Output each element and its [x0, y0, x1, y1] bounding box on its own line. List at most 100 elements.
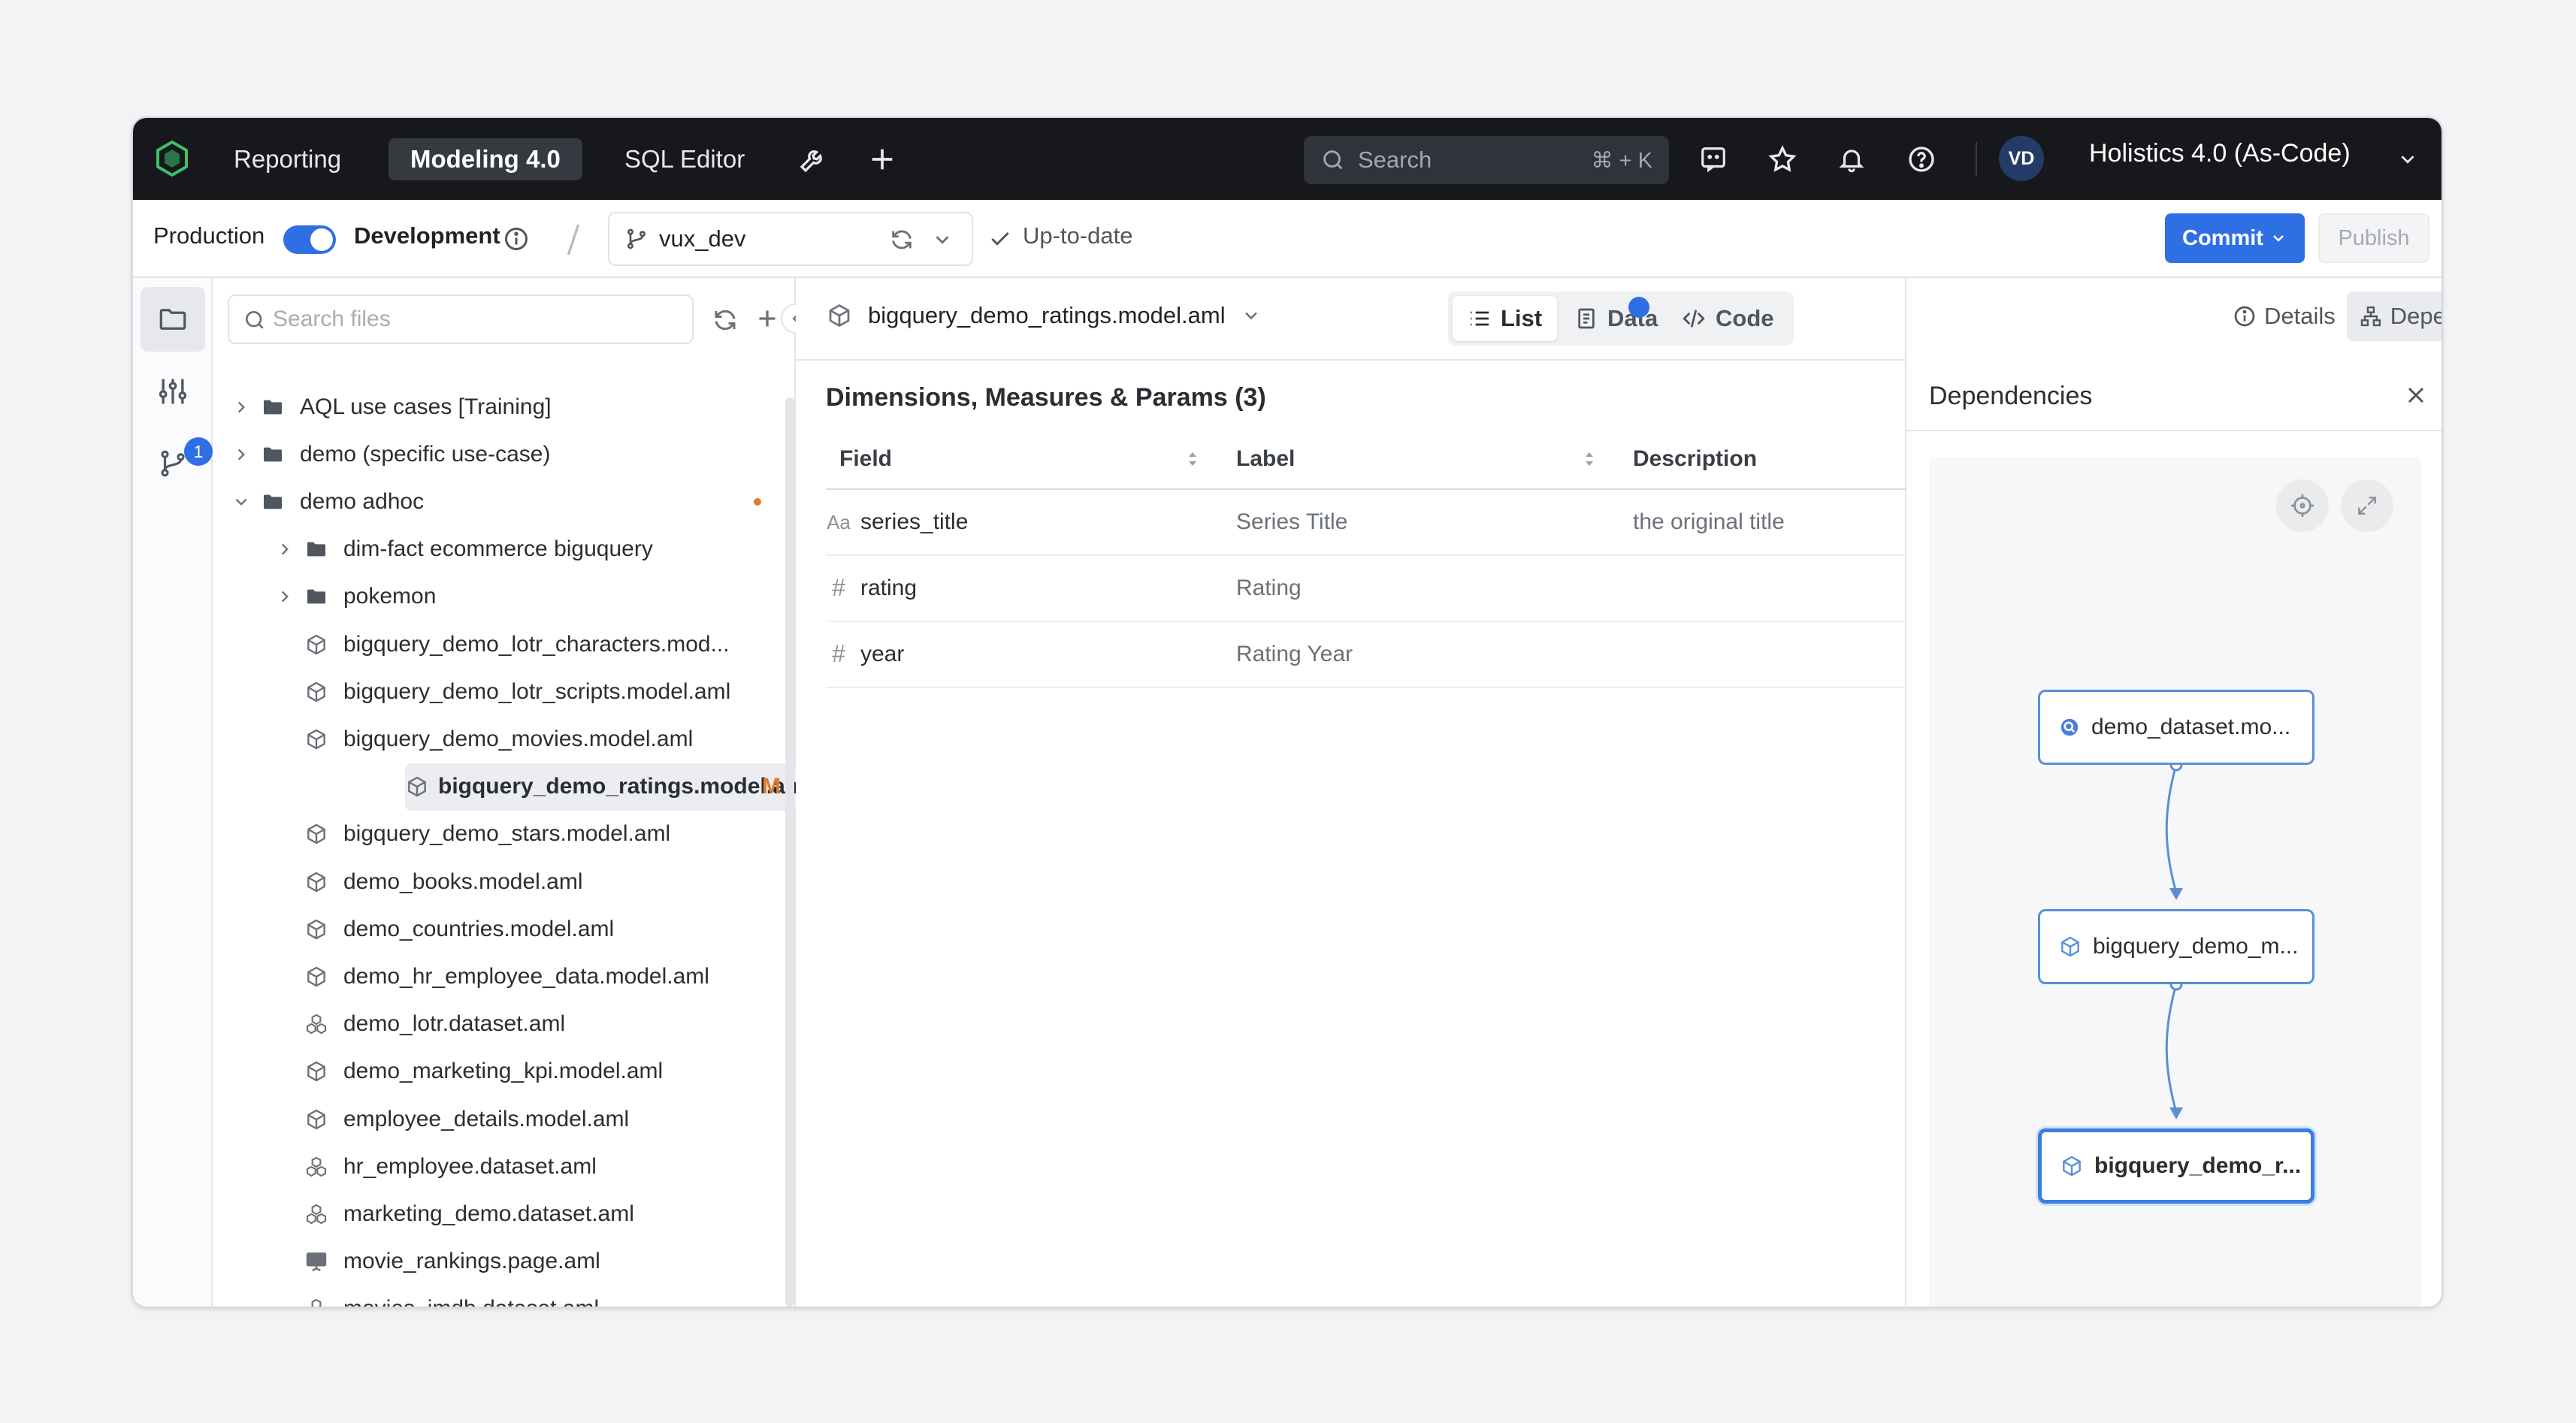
mode-toggle[interactable]	[283, 225, 336, 254]
plus-icon[interactable]	[863, 140, 901, 178]
branch-selector[interactable]: vux_dev	[608, 212, 973, 266]
file-item[interactable]: bigquery_demo_stars.model.aml	[228, 811, 784, 858]
file-item[interactable]: demo_books.model.aml	[228, 858, 784, 905]
chevron-right-icon[interactable]	[275, 539, 295, 559]
folder-item[interactable]: dim-fact ecommerce biguquery	[228, 526, 784, 573]
file-item[interactable]: movie_rankings.page.aml	[228, 1238, 784, 1286]
feedback-icon[interactable]	[1695, 140, 1732, 178]
tab-data[interactable]: Data	[1559, 296, 1673, 341]
file-name: movies_imdb.dataset.aml	[343, 1296, 599, 1307]
folder-item[interactable]: demo adhoc	[228, 478, 784, 525]
file-title-text: bigquery_demo_ratings.model.aml	[868, 302, 1226, 328]
chevron-right-icon[interactable]	[231, 445, 251, 464]
chevron-right-icon[interactable]	[231, 397, 251, 417]
graph-node-dataset[interactable]: demo_dataset.mo...	[2038, 690, 2314, 765]
graph-node-current[interactable]: bigquery_demo_r...	[2038, 1128, 2314, 1204]
chevron-down-icon[interactable]	[1241, 305, 1262, 326]
divider	[1906, 430, 2441, 431]
column-description: Description	[1633, 446, 1758, 471]
file-item[interactable]: demo_lotr.dataset.aml	[228, 1001, 784, 1048]
commit-button[interactable]: Commit	[2165, 213, 2305, 263]
workspace-name[interactable]: Holistics 4.0 (As-Code)	[2089, 139, 2351, 168]
file-search-input[interactable]: Search files	[228, 295, 694, 344]
global-search[interactable]: Search ⌘ + K	[1304, 136, 1669, 184]
sort-icon[interactable]	[1583, 449, 1595, 469]
number-type-icon: #	[832, 640, 845, 667]
file-item[interactable]: marketing_demo.dataset.aml	[228, 1190, 784, 1237]
help-icon[interactable]	[1903, 140, 1940, 178]
file-item[interactable]: bigquery_demo_ratings.model.aml M	[405, 763, 812, 811]
column-label[interactable]: Label	[1236, 446, 1295, 472]
details-button[interactable]: Details	[2221, 292, 2348, 341]
file-name: demo_lotr.dataset.aml	[343, 1011, 566, 1037]
chevron-down-icon[interactable]	[931, 228, 954, 251]
wrench-icon[interactable]	[794, 140, 832, 178]
file-item[interactable]: hr_employee.dataset.aml	[228, 1143, 784, 1190]
file-item[interactable]: demo_marketing_kpi.model.aml	[228, 1048, 784, 1095]
modified-dot	[754, 497, 761, 506]
column-field[interactable]: Field	[839, 446, 892, 472]
refresh-icon[interactable]	[712, 307, 739, 334]
check-icon	[991, 231, 1009, 246]
tab-sql-editor[interactable]: SQL Editor	[603, 138, 766, 180]
file-item[interactable]: bigquery_demo_movies.model.aml	[228, 715, 784, 763]
file-name: demo_marketing_kpi.model.aml	[343, 1059, 664, 1084]
file-title[interactable]: bigquery_demo_ratings.model.aml	[826, 302, 1262, 329]
git-rail-button[interactable]: 1	[141, 431, 213, 496]
file-item[interactable]: demo_hr_employee_data.model.aml	[228, 953, 784, 1000]
settings-rail-button[interactable]	[141, 359, 205, 424]
add-file-icon[interactable]	[754, 305, 781, 332]
tab-reporting[interactable]: Reporting	[212, 138, 363, 180]
file-name: movie_rankings.page.aml	[343, 1249, 600, 1274]
chevron-right-icon[interactable]	[275, 587, 295, 606]
folder-item[interactable]: AQL use cases [Training]	[228, 383, 784, 431]
dataset-icon	[311, 1299, 322, 1307]
file-name: demo adhoc	[300, 488, 425, 514]
holistics-logo[interactable]	[153, 139, 192, 178]
chevron-down-icon[interactable]	[2389, 140, 2426, 178]
file-item[interactable]: employee_details.model.aml	[228, 1095, 784, 1143]
tab-code[interactable]: Code	[1666, 296, 1789, 341]
info-icon[interactable]	[503, 225, 530, 252]
graph-node-model[interactable]: bigquery_demo_m...	[2038, 909, 2314, 984]
model-cube-icon	[307, 966, 325, 987]
publish-button[interactable]: Publish	[2318, 213, 2429, 263]
section-title: Dimensions, Measures & Params (3)	[826, 383, 1266, 412]
folder-item[interactable]: pokemon	[228, 573, 784, 621]
table-row[interactable]: # rating Rating	[826, 556, 1906, 622]
files-rail-button[interactable]	[141, 287, 205, 352]
sort-icon[interactable]	[1187, 449, 1199, 469]
tab-modeling[interactable]: Modeling 4.0	[389, 138, 582, 180]
file-item[interactable]: bigquery_demo_lotr_characters.mod...	[228, 621, 784, 668]
folder-icon	[159, 309, 186, 330]
chevron-down-icon[interactable]	[231, 492, 251, 512]
folder-icon	[264, 447, 282, 462]
dependencies-button[interactable]: Dependencies	[2347, 292, 2441, 341]
refresh-icon[interactable]	[889, 227, 915, 252]
dependency-graph[interactable]: demo_dataset.mo... bigquery_demo_m... bi…	[1929, 457, 2422, 1307]
table-row[interactable]: Aa series_title Series Title the origina…	[826, 490, 1906, 556]
folder-icon	[264, 400, 282, 414]
model-cube-icon	[307, 919, 325, 940]
folder-item[interactable]: demo (specific use-case)	[228, 431, 784, 478]
tab-list[interactable]: List	[1453, 296, 1558, 341]
app-window: Reporting Modeling 4.0 SQL Editor Search…	[132, 116, 2443, 1308]
model-editor: bigquery_demo_ratings.model.aml List Dat…	[796, 278, 1906, 1307]
file-item[interactable]: demo_countries.model.aml	[228, 905, 784, 953]
table-row[interactable]: # year Rating Year	[826, 622, 1906, 688]
search-icon	[1323, 150, 1343, 170]
close-icon[interactable]	[2402, 382, 2429, 409]
field-description: the original title	[1633, 509, 1785, 534]
notification-dot	[1628, 297, 1649, 318]
file-item[interactable]: movies_imdb.dataset.aml	[228, 1286, 784, 1307]
model-cube-icon	[307, 681, 325, 702]
bell-icon[interactable]	[1833, 140, 1870, 178]
table-header: Field Label Description	[826, 428, 1906, 490]
file-name: bigquery_demo_stars.model.aml	[343, 821, 671, 847]
file-item[interactable]: bigquery_demo_lotr_scripts.model.aml	[228, 668, 784, 715]
avatar[interactable]: VD	[1999, 136, 2044, 181]
file-scrollbar[interactable]	[785, 397, 794, 1307]
file-name: bigquery_demo_lotr_scripts.model.aml	[343, 678, 731, 704]
star-icon[interactable]	[1764, 140, 1801, 178]
model-cube-icon	[2061, 936, 2079, 957]
